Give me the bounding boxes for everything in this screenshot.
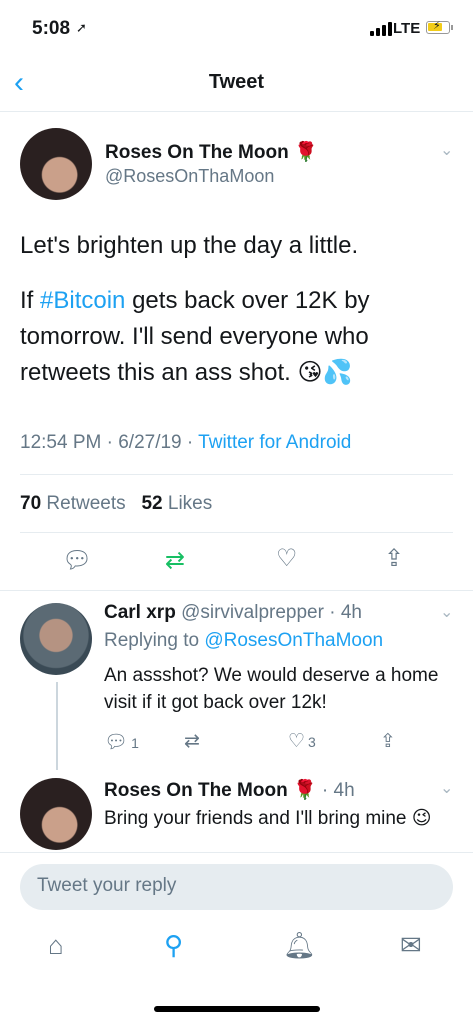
status-bar: 5:08 ➚ LTE ⚡ <box>0 0 473 56</box>
search-icon[interactable]: ⚲ <box>164 930 183 961</box>
battery-icon: ⚡ <box>426 20 453 34</box>
bell-icon[interactable]: 🔔︎ <box>283 930 316 961</box>
network-label: LTE <box>393 20 421 37</box>
mail-icon[interactable]: ✉ <box>400 930 422 961</box>
tweet-text-line1: Let's brighten up the day a little. <box>20 232 359 259</box>
reply-icon[interactable]: 💬︎ 1 <box>104 730 139 754</box>
tweet-meta: 12:54 PM · 6/27/19 · Twitter for Android <box>20 432 352 453</box>
author-name[interactable]: Roses On The Moon 🌹 <box>105 140 318 164</box>
chevron-down-icon[interactable]: ⌄ <box>440 778 453 798</box>
location-arrow-icon: ➚ <box>76 20 87 35</box>
divider <box>0 852 473 853</box>
avatar[interactable] <box>20 128 92 200</box>
thread-line <box>56 682 58 770</box>
chevron-down-icon[interactable]: ⌄ <box>440 602 453 622</box>
hashtag-link[interactable]: #Bitcoin <box>40 287 125 314</box>
avatar[interactable] <box>20 603 92 675</box>
retweet-icon[interactable]: ⇄ <box>184 730 200 753</box>
tweet-stats[interactable]: 70 Retweets 52 Likes <box>20 493 212 515</box>
home-indicator <box>154 1006 320 1012</box>
tweet-text-body: If #Bitcoin gets back over 12K by tomorr… <box>20 287 370 386</box>
source-link[interactable]: Twitter for Android <box>198 432 351 453</box>
reply-author[interactable]: Carl xrp @sirvivalprepper · 4h <box>104 602 362 624</box>
avatar[interactable] <box>20 778 92 850</box>
signal-icon <box>370 22 392 36</box>
retweet-icon[interactable]: ⇄ <box>165 546 185 575</box>
home-icon[interactable]: ⌂ <box>48 930 64 961</box>
nav-bar: ‹ Tweet <box>0 56 473 112</box>
share-icon[interactable]: ⇪ <box>380 730 396 753</box>
divider <box>20 474 453 475</box>
like-icon[interactable]: ♡ 3 <box>288 730 316 753</box>
author-handle[interactable]: @RosesOnThaMoon <box>105 166 274 187</box>
like-icon[interactable]: ♡ <box>276 544 298 573</box>
divider <box>20 532 453 533</box>
replying-to: Replying to @RosesOnThaMoon <box>104 630 384 651</box>
page-title: Tweet <box>208 71 265 93</box>
reply-icon[interactable]: 💬︎ <box>62 546 92 575</box>
mention-link[interactable]: @RosesOnThaMoon <box>204 630 383 651</box>
chevron-down-icon[interactable]: ⌄ <box>440 140 453 160</box>
reply-author[interactable]: Roses On The Moon 🌹 · 4h <box>104 778 355 802</box>
status-time: 5:08 ➚ <box>32 18 87 39</box>
share-icon[interactable]: ⇪ <box>384 544 404 573</box>
divider <box>0 590 473 591</box>
reply-text: Bring your friends and I'll bring mine 😉 <box>104 808 432 829</box>
reply-input[interactable]: Tweet your reply <box>20 864 453 910</box>
reply-text: An assshot? We would deserve a home visi… <box>104 665 439 713</box>
